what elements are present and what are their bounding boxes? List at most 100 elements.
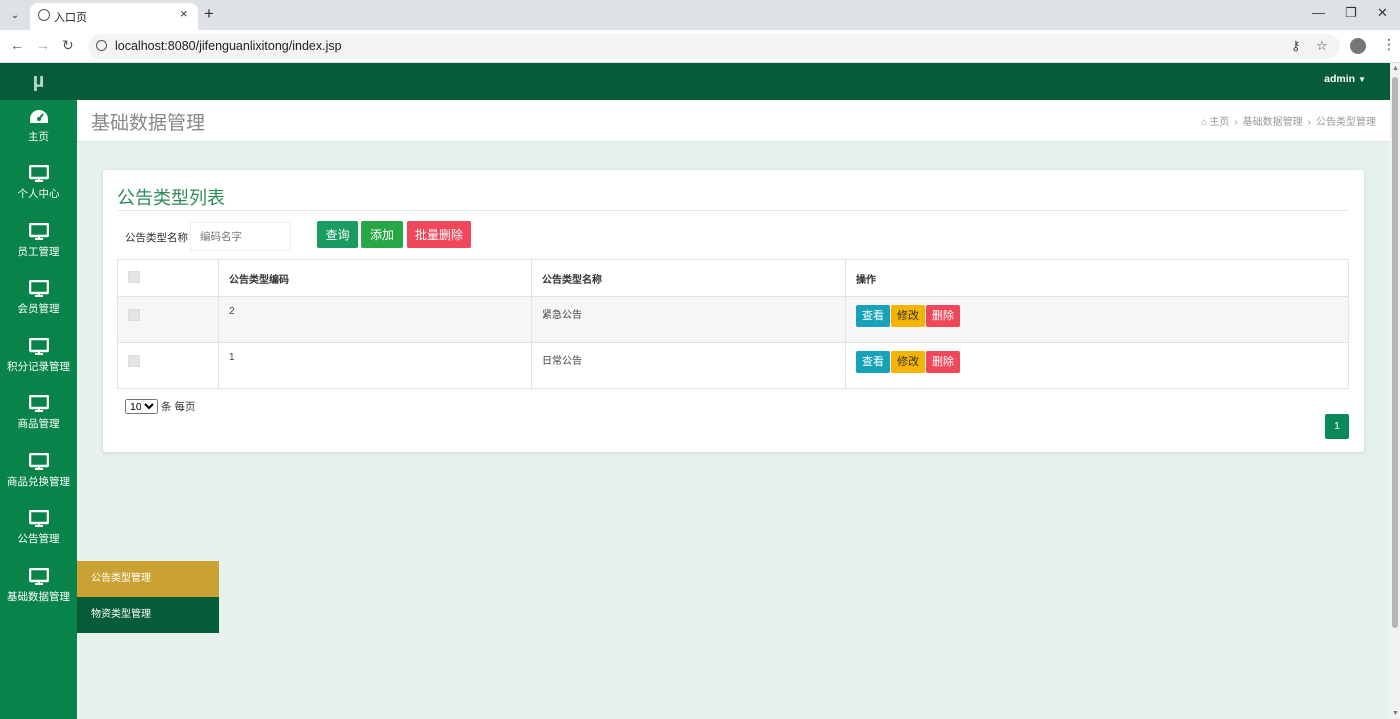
username: admin [1324,73,1356,85]
sidebar-item-label: 商品兑换管理 [7,476,70,488]
row-checkbox[interactable] [128,309,140,321]
table-row: 2 紧急公告 查看 修改 删除 [117,296,1349,343]
reload-icon[interactable]: ↻ [62,37,74,54]
top-navbar: admin ▼ [77,63,1390,100]
view-button[interactable]: 查看 [856,305,890,327]
page-size-suffix: 条 每页 [160,401,196,413]
forward-icon[interactable]: → [36,37,50,53]
header-code: 公告类型编码 [218,259,532,297]
table-row: 1 日常公告 查看 修改 删除 [117,342,1349,389]
pagination-page-1[interactable]: 1 [1325,414,1349,439]
bookmark-star-icon[interactable]: ☆ [1316,38,1328,54]
sidebar: µ 主页 个人中心 员工管理 会员管理 积分记录管理 商品管理 商品兑换管理 公… [0,63,77,719]
new-tab-button[interactable]: + [204,4,214,24]
key-icon[interactable]: ⚷ [1291,38,1301,54]
header-name: 公告类型名称 [531,259,846,297]
sidebar-item-label: 员工管理 [17,246,60,258]
home-icon: ⌂ [1201,117,1208,128]
view-button[interactable]: 查看 [856,351,890,373]
main-content: 公告类型列表 公告类型名称 查询 添加 批量删除 公告类型编码 公告类型名称 操… [77,142,1390,719]
browser-toolbar: ← → ↻ localhost:8080/jifenguanlixitong/i… [0,30,1400,63]
header-select-all [117,259,219,297]
row-checkbox[interactable] [128,355,140,367]
edit-button[interactable]: 修改 [891,351,925,373]
dashboard-icon [29,110,48,123]
sidebar-item-members[interactable]: 会员管理 [0,280,77,337]
close-window-button[interactable]: ✕ [1377,5,1388,21]
back-icon[interactable]: ← [10,37,24,53]
cell-code: 1 [218,342,532,389]
search-input[interactable] [190,222,291,251]
breadcrumb-basic-data[interactable]: 基础数据管理 [1243,117,1303,128]
sidebar-item-employees[interactable]: 员工管理 [0,223,77,280]
table-header-row: 公告类型编码 公告类型名称 操作 [117,259,1349,297]
row-select-cell [117,342,219,389]
cell-name: 日常公告 [531,342,846,389]
monitor-icon [28,568,49,585]
select-all-checkbox[interactable] [128,270,140,283]
batch-delete-button[interactable]: 批量删除 [407,221,471,248]
divider [117,210,1349,211]
query-button[interactable]: 查询 [317,221,358,248]
minimize-button[interactable]: — [1312,5,1325,20]
page-header: 基础数据管理 ⌂ 主页 › 基础数据管理 › 公告类型管理 [77,100,1390,142]
list-card: 公告类型列表 公告类型名称 查询 添加 批量删除 公告类型编码 公告类型名称 操… [103,170,1364,452]
user-menu[interactable]: admin ▼ [1324,73,1366,85]
monitor-icon [28,338,49,355]
sidebar-item-label: 积分记录管理 [7,361,70,373]
cell-actions: 查看 修改 删除 [845,342,1349,389]
delete-button[interactable]: 删除 [926,351,960,373]
monitor-icon [28,395,49,412]
browser-tab-bar: ⌄ 入口页 × + — ❐ ✕ [0,0,1400,30]
search-label: 公告类型名称 [125,232,188,244]
globe-icon [38,9,50,21]
add-button[interactable]: 添加 [361,221,403,248]
logo: µ [0,63,77,100]
scroll-up-icon[interactable]: ▲ [1392,65,1399,72]
tab-search-button[interactable]: ⌄ [6,6,24,24]
breadcrumb-current: 公告类型管理 [1316,117,1376,128]
sidebar-item-announcements[interactable]: 公告管理 [0,510,77,567]
profile-avatar-icon[interactable] [1350,38,1366,54]
scroll-down-icon[interactable]: ▼ [1392,710,1399,717]
tab-close-button[interactable]: × [180,6,188,21]
sidebar-item-personal-center[interactable]: 个人中心 [0,165,77,222]
sidebar-item-basic-data[interactable]: 基础数据管理 [0,568,77,625]
sidebar-item-points-records[interactable]: 积分记录管理 [0,338,77,395]
url-text: localhost:8080/jifenguanlixitong/index.j… [115,39,342,53]
breadcrumb-home[interactable]: 主页 [1209,117,1229,128]
edit-button[interactable]: 修改 [891,305,925,327]
sidebar-item-home[interactable]: 主页 [0,108,77,165]
cell-actions: 查看 修改 删除 [845,296,1349,343]
sidebar-item-label: 主页 [28,131,49,143]
submenu-basic-data: 公告类型管理 物资类型管理 [77,561,219,633]
submenu-pointer [70,573,77,585]
header-actions: 操作 [845,259,1349,297]
sidebar-item-label: 商品管理 [17,418,60,430]
tab-title: 入口页 [54,12,87,24]
scroll-thumb[interactable] [1392,77,1398,628]
page-title: 基础数据管理 [91,113,206,134]
submenu-item-material-types[interactable]: 物资类型管理 [77,597,219,633]
browser-menu-icon[interactable]: ⋮ [1382,36,1396,53]
submenu-item-announcement-types[interactable]: 公告类型管理 [77,561,219,597]
browser-tab[interactable]: 入口页 × [30,3,198,30]
cell-code: 2 [218,296,532,343]
page-size-control: 10 条 每页 [125,399,195,414]
card-title: 公告类型列表 [117,188,225,208]
monitor-icon [28,510,49,527]
site-info-icon[interactable] [96,40,107,51]
sidebar-item-label: 个人中心 [17,188,60,200]
delete-button[interactable]: 删除 [926,305,960,327]
monitor-icon [28,453,49,470]
sidebar-item-product-exchange[interactable]: 商品兑换管理 [0,453,77,510]
monitor-icon [28,223,49,240]
address-bar[interactable]: localhost:8080/jifenguanlixitong/index.j… [88,34,1340,59]
cell-name: 紧急公告 [531,296,846,343]
page-size-select[interactable]: 10 [125,399,158,414]
sidebar-item-label: 会员管理 [17,303,60,315]
row-select-cell [117,296,219,343]
page-scrollbar[interactable]: ▲ ▼ [1390,63,1400,719]
restore-button[interactable]: ❐ [1345,5,1357,21]
sidebar-item-products[interactable]: 商品管理 [0,395,77,452]
